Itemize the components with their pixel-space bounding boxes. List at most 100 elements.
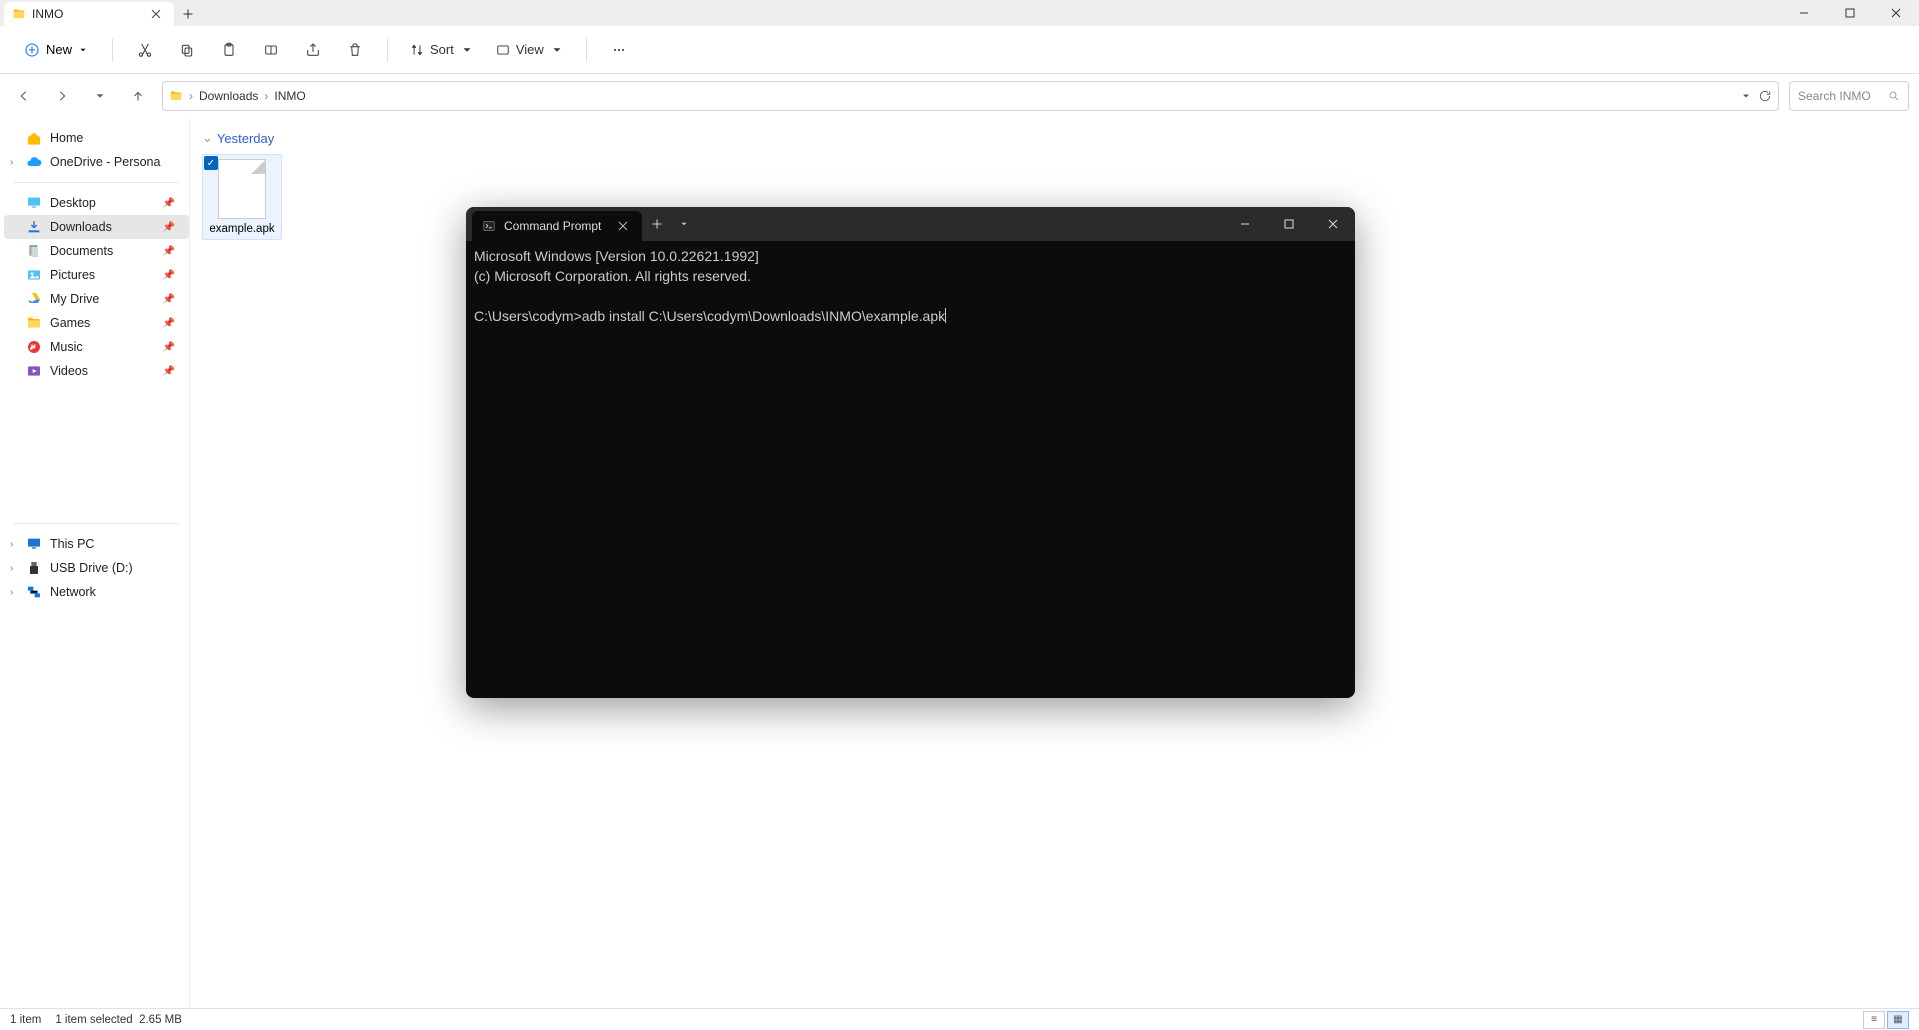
cmd-tab-dropdown[interactable] [672, 209, 696, 239]
close-tab-icon[interactable] [148, 6, 164, 22]
minimize-button[interactable] [1781, 0, 1827, 26]
terminal-icon [482, 219, 496, 233]
sidebar-label: Desktop [50, 196, 96, 210]
cmd-window-controls [1223, 207, 1355, 241]
sidebar-music[interactable]: Music 📌 [4, 335, 189, 359]
rename-button[interactable] [253, 34, 289, 66]
sidebar-label: Documents [50, 244, 113, 258]
breadcrumb-item[interactable]: INMO [274, 89, 305, 103]
up-button[interactable] [124, 82, 152, 110]
breadcrumb-separator: › [189, 89, 193, 103]
cmd-line: (c) Microsoft Corporation. All rights re… [474, 268, 751, 284]
cmd-tab[interactable]: Command Prompt [472, 211, 642, 241]
recent-locations-button[interactable] [86, 82, 114, 110]
sidebar-home[interactable]: Home [4, 126, 189, 150]
forward-button[interactable] [48, 82, 76, 110]
plus-circle-icon [24, 42, 40, 58]
chevron-right-icon[interactable]: › [10, 563, 13, 574]
copy-button[interactable] [169, 34, 205, 66]
explorer-titlebar: INMO [0, 0, 1919, 26]
cmd-new-tab-button[interactable] [642, 209, 672, 239]
sidebar-this-pc[interactable]: › This PC [4, 532, 189, 556]
view-icon [496, 43, 510, 57]
cmd-output[interactable]: Microsoft Windows [Version 10.0.22621.19… [466, 241, 1355, 698]
chevron-right-icon[interactable]: › [10, 157, 13, 168]
search-box[interactable]: Search INMO [1789, 81, 1909, 111]
sidebar-games[interactable]: Games 📌 [4, 311, 189, 335]
cmd-maximize-button[interactable] [1267, 207, 1311, 241]
paste-button[interactable] [211, 34, 247, 66]
home-icon [26, 130, 42, 146]
sidebar-desktop[interactable]: Desktop 📌 [4, 191, 189, 215]
sort-icon [410, 43, 424, 57]
file-item[interactable]: ✓ example.apk [202, 154, 282, 240]
sidebar-label: This PC [50, 537, 94, 551]
group-name: Yesterday [217, 131, 274, 146]
share-button[interactable] [295, 34, 331, 66]
folder-icon [169, 89, 183, 103]
breadcrumb-item[interactable]: Downloads [199, 89, 258, 103]
cmd-line: Microsoft Windows [Version 10.0.22621.19… [474, 248, 759, 264]
sidebar-label: OneDrive - Persona [50, 155, 160, 169]
sidebar-downloads[interactable]: Downloads 📌 [4, 215, 189, 239]
pin-icon: 📌 [163, 222, 181, 233]
pin-icon: 📌 [163, 294, 181, 305]
sidebar-onedrive[interactable]: › OneDrive - Persona [4, 150, 189, 174]
toolbar-separator [112, 38, 113, 62]
sidebar-network[interactable]: › Network [4, 580, 189, 604]
sidebar-videos[interactable]: Videos 📌 [4, 359, 189, 383]
back-button[interactable] [10, 82, 38, 110]
chevron-right-icon[interactable]: › [10, 539, 13, 550]
more-options-button[interactable] [601, 34, 637, 66]
file-icon [218, 159, 266, 219]
sidebar-documents[interactable]: Documents 📌 [4, 239, 189, 263]
sidebar-label: Videos [50, 364, 88, 378]
chevron-right-icon[interactable]: › [10, 587, 13, 598]
explorer-tab[interactable]: INMO [4, 2, 174, 26]
view-button[interactable]: View [488, 38, 572, 61]
folder-icon [12, 7, 26, 21]
view-label: View [516, 42, 544, 57]
pc-icon [26, 536, 42, 552]
cmd-line: C:\Users\codym>adb install C:\Users\cody… [474, 308, 945, 324]
cmd-titlebar[interactable]: Command Prompt [466, 207, 1355, 241]
toolbar-separator [387, 38, 388, 62]
refresh-button[interactable] [1758, 89, 1772, 103]
sidebar-pictures[interactable]: Pictures 📌 [4, 263, 189, 287]
explorer-navrow: › Downloads › INMO Search INMO [0, 74, 1919, 118]
new-button[interactable]: New [14, 38, 98, 62]
videos-icon [26, 363, 42, 379]
sidebar-label: Pictures [50, 268, 95, 282]
sidebar-mydrive[interactable]: My Drive 📌 [4, 287, 189, 311]
delete-button[interactable] [337, 34, 373, 66]
pin-icon: 📌 [163, 246, 181, 257]
folder-icon [26, 315, 42, 331]
close-tab-icon[interactable] [614, 217, 632, 235]
toolbar-separator [586, 38, 587, 62]
details-view-button[interactable]: ≡ [1863, 1011, 1885, 1029]
sort-label: Sort [430, 42, 454, 57]
close-window-button[interactable] [1873, 0, 1919, 26]
explorer-sidebar: Home › OneDrive - Persona Desktop 📌 Down… [0, 118, 190, 1008]
new-button-label: New [46, 42, 72, 57]
cloud-icon [26, 154, 42, 170]
pin-icon: 📌 [163, 270, 181, 281]
selection-check-icon[interactable]: ✓ [204, 156, 218, 170]
cmd-minimize-button[interactable] [1223, 207, 1267, 241]
network-icon [26, 584, 42, 600]
maximize-button[interactable] [1827, 0, 1873, 26]
group-header[interactable]: ⌄ Yesterday [202, 130, 1907, 146]
text-cursor [945, 308, 946, 323]
status-item-count: 1 item [10, 1014, 41, 1026]
downloads-icon [26, 219, 42, 235]
cut-button[interactable] [127, 34, 163, 66]
sidebar-usb-drive[interactable]: › USB Drive (D:) [4, 556, 189, 580]
sort-button[interactable]: Sort [402, 38, 482, 61]
google-drive-icon [26, 291, 42, 307]
address-bar[interactable]: › Downloads › INMO [162, 81, 1779, 111]
cmd-close-button[interactable] [1311, 207, 1355, 241]
icons-view-button[interactable]: ▦ [1887, 1011, 1909, 1029]
sidebar-label: Games [50, 316, 90, 330]
new-tab-button[interactable] [174, 2, 202, 26]
chevron-down-icon[interactable] [1740, 90, 1752, 102]
